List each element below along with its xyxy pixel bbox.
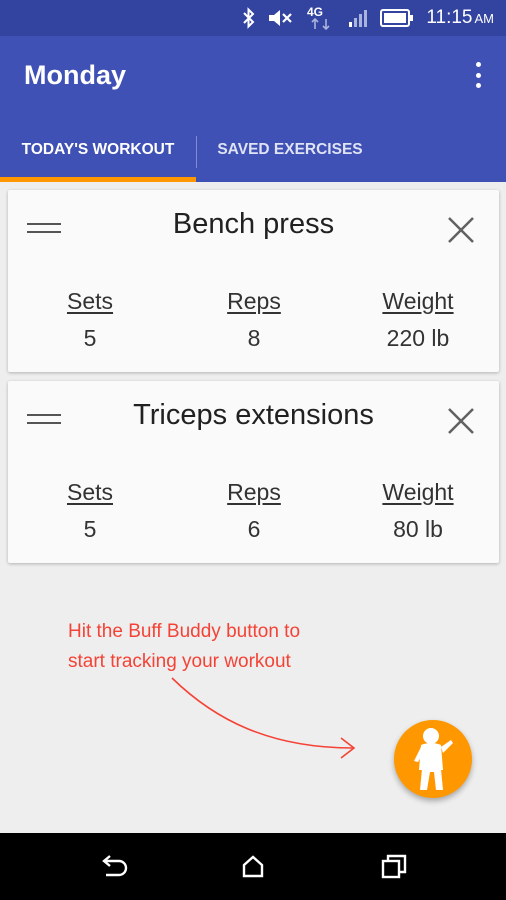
drag-handle-bar — [27, 223, 61, 225]
hint-line: Hit the Buff Buddy button to — [68, 621, 301, 642]
back-button[interactable] — [93, 847, 133, 887]
clock-time: 11:15 — [426, 7, 473, 28]
reps-column: Reps 6 — [174, 479, 334, 543]
sets-column: Sets 5 — [10, 479, 170, 543]
network-4g-icon: 4G — [306, 5, 336, 31]
delete-exercise-button[interactable] — [445, 214, 477, 246]
recents-button[interactable] — [374, 847, 414, 887]
overflow-dot — [475, 62, 481, 67]
drag-handle-bar — [27, 422, 61, 424]
signal-icon — [348, 8, 368, 28]
tab-todays-workout[interactable]: TODAY'S WORKOUT — [0, 128, 196, 182]
status-bar: 4G 11:15 AM — [0, 0, 506, 36]
home-icon — [242, 855, 264, 878]
recents-icon — [381, 854, 407, 879]
reps-value[interactable]: 8 — [174, 325, 334, 352]
bluetooth-icon — [242, 7, 256, 29]
weight-label: Weight — [382, 479, 454, 505]
battery-icon — [380, 9, 414, 27]
network-label: 4G — [307, 5, 323, 19]
page-title: Monday — [24, 60, 127, 90]
exercise-card: Bench press Sets 5 Reps 8 Weight 220 lb — [8, 190, 499, 372]
overflow-menu-icon[interactable] — [470, 62, 486, 88]
navigation-bar — [0, 833, 506, 900]
mute-icon — [268, 8, 294, 28]
reps-label: Reps — [227, 288, 281, 314]
hint-line: start tracking your workout — [68, 651, 291, 672]
weight-value[interactable]: 80 lb — [338, 516, 498, 543]
app-bar: Monday TODAY'S WORKOUT SAVED EXERCISES — [0, 36, 506, 182]
exercise-name: Bench press — [172, 208, 335, 240]
drag-handle-bar — [27, 414, 61, 416]
weight-column: Weight 220 lb — [338, 288, 498, 352]
reps-column: Reps 8 — [174, 288, 334, 352]
hint-text: Hit the Buff Buddy button to start track… — [68, 617, 388, 677]
back-icon — [102, 855, 128, 877]
delete-exercise-button[interactable] — [445, 405, 477, 437]
clock: 11:15 AM — [426, 7, 494, 29]
tab-indicator — [0, 177, 196, 182]
close-icon — [448, 408, 474, 434]
clock-ampm: AM — [474, 11, 495, 26]
sets-column: Sets 5 — [10, 288, 170, 352]
tab-bar: TODAY'S WORKOUT SAVED EXERCISES — [0, 128, 506, 182]
buff-buddy-button[interactable] — [394, 720, 472, 798]
overflow-dot — [475, 72, 481, 78]
sets-label: Sets — [66, 288, 114, 314]
sets-label: Sets — [66, 479, 114, 505]
overflow-dot — [475, 83, 481, 88]
weight-label: Weight — [382, 288, 454, 314]
exercise-card: Triceps extensions Sets 5 Reps 6 Weight … — [8, 381, 499, 563]
sets-value[interactable]: 5 — [10, 516, 170, 543]
drag-handle-icon[interactable] — [27, 220, 61, 236]
drag-handle-bar — [27, 231, 61, 233]
buff-buddy-icon — [414, 728, 453, 790]
exercise-name: Triceps extensions — [133, 399, 374, 431]
close-icon — [448, 217, 474, 243]
home-button[interactable] — [233, 847, 273, 887]
drag-handle-icon[interactable] — [27, 411, 61, 427]
weight-value[interactable]: 220 lb — [338, 325, 498, 352]
weight-column: Weight 80 lb — [338, 479, 498, 543]
status-icons: 4G 11:15 AM — [242, 0, 494, 36]
tab-saved-exercises[interactable]: SAVED EXERCISES — [197, 128, 383, 182]
sets-value[interactable]: 5 — [10, 325, 170, 352]
reps-label: Reps — [227, 479, 281, 505]
reps-value[interactable]: 6 — [174, 516, 334, 543]
